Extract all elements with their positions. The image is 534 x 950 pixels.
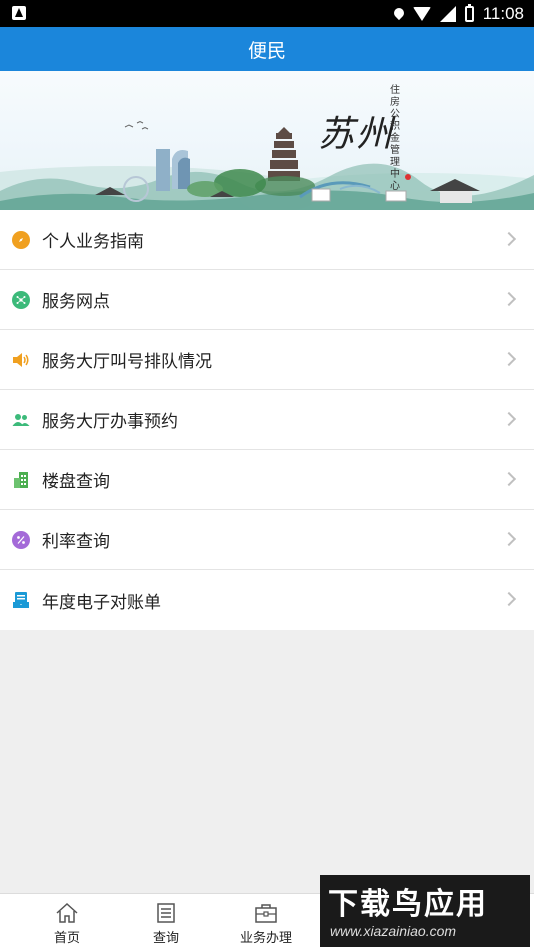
tab-label: 首页 bbox=[53, 931, 80, 946]
menu-item-personal-guide[interactable]: 个人业务指南 bbox=[0, 210, 534, 270]
document-icon bbox=[157, 903, 175, 923]
page-title: 便民 bbox=[247, 39, 286, 62]
wifi-icon bbox=[412, 7, 431, 21]
compass-icon bbox=[12, 230, 30, 249]
status-time: 11:08 bbox=[482, 4, 524, 23]
battery-icon bbox=[464, 4, 474, 22]
menu-item-label: 服务大厅叫号排队情况 bbox=[42, 352, 212, 372]
chevron-right-icon bbox=[501, 351, 517, 367]
statement-icon bbox=[12, 591, 30, 609]
chevron-right-icon bbox=[501, 231, 517, 247]
header: 便民 bbox=[0, 27, 534, 71]
menu-item-label: 服务大厅办事预约 bbox=[42, 412, 178, 432]
tab-label: 业务办理 bbox=[239, 931, 292, 946]
menu-item-label: 年度电子对账单 bbox=[42, 592, 161, 613]
building-icon bbox=[12, 471, 30, 489]
menu-item-annual-statement[interactable]: 年度电子对账单 bbox=[0, 570, 534, 630]
tab-label: 查询 bbox=[152, 931, 179, 946]
speaker-icon bbox=[12, 351, 30, 369]
users-icon bbox=[12, 411, 30, 429]
status-icons: 11:08 bbox=[391, 4, 524, 24]
location-icon bbox=[391, 5, 406, 21]
menu-item-appointment[interactable]: 服务大厅办事预约 bbox=[0, 390, 534, 450]
banner-image[interactable]: 苏州 住房公积金管理中心 bbox=[0, 71, 534, 210]
percent-icon bbox=[12, 530, 30, 549]
menu-item-property-query[interactable]: 楼盘查询 bbox=[0, 450, 534, 510]
menu-item-label: 个人业务指南 bbox=[42, 232, 144, 252]
menu-item-label: 利率查询 bbox=[42, 532, 110, 552]
tab-home[interactable]: 首页 bbox=[17, 902, 117, 946]
menu-item-queue-status[interactable]: 服务大厅叫号排队情况 bbox=[0, 330, 534, 390]
banner-subtitle: 住房公积金管理中心 bbox=[390, 85, 400, 192]
watermark-title: 下载鸟应用 bbox=[328, 887, 488, 922]
status-bar: 11:08 bbox=[0, 0, 534, 27]
watermark: 下载鸟应用 www.xiazainiao.com bbox=[320, 875, 530, 947]
home-icon bbox=[56, 902, 78, 923]
banner-calligraphy: 苏州 bbox=[318, 114, 395, 155]
city-skyline-illustration bbox=[0, 120, 534, 210]
app-notification-icon bbox=[12, 6, 26, 20]
briefcase-icon bbox=[255, 904, 277, 923]
chevron-right-icon bbox=[501, 531, 517, 547]
chevron-right-icon bbox=[501, 411, 517, 427]
menu-item-service-outlets[interactable]: 服务网点 bbox=[0, 270, 534, 330]
signal-icon bbox=[439, 6, 456, 22]
chevron-right-icon bbox=[501, 471, 517, 487]
menu-item-label: 楼盘查询 bbox=[42, 472, 110, 492]
watermark-url: www.xiazainiao.com bbox=[330, 923, 457, 939]
chevron-right-icon bbox=[501, 591, 517, 607]
tab-query[interactable]: 查询 bbox=[116, 902, 216, 946]
network-icon bbox=[12, 290, 30, 309]
tab-business[interactable]: 业务办理 bbox=[216, 902, 316, 946]
service-menu: 个人业务指南 服务网点 服务大厅叫号排队情况 服务大厅办事预约 楼盘查询 利率查 bbox=[0, 210, 534, 630]
chevron-right-icon bbox=[501, 291, 517, 307]
menu-item-rate-query[interactable]: 利率查询 bbox=[0, 510, 534, 570]
menu-item-label: 服务网点 bbox=[42, 292, 110, 312]
